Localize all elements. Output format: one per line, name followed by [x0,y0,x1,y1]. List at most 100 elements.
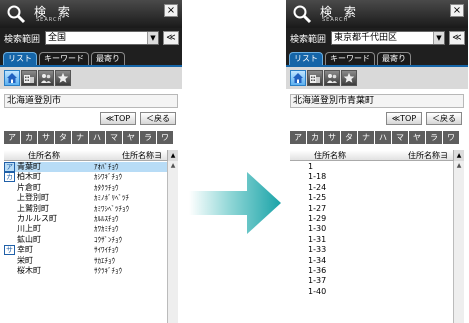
address-kana: ｱｵﾊﾞﾁｮｳ [94,163,119,171]
kana-button[interactable]: タ [341,131,357,144]
back-button[interactable]: ＜戻る [426,112,462,125]
list-item[interactable]: 鉱山町 ｺｳｻﾞﾝﾁｮｳ [4,235,167,245]
kana-button[interactable]: ラ [426,131,442,144]
list-item[interactable]: 桜木町 ｻｸﾗｷﾞﾁｮｳ [4,266,167,276]
star-icon[interactable] [55,70,71,86]
address-list: ア青葉町 ｱｵﾊﾞﾁｮｳ カ柏木町 ｶｼﾜｷﾞﾁｮｳ 片倉町 ｶﾀｸﾗﾁｮｳ 上登別町 ｶﾐﾉ… [4,162,167,276]
panel-header: 検 索 SEARCH × [0,0,182,28]
kana-button[interactable]: ワ [443,131,459,144]
kana-button[interactable]: ア [290,131,306,144]
address-name: 1-37 [308,276,327,286]
list-item[interactable]: 1-37 [290,276,453,286]
collapse-button[interactable]: ≪ [163,31,179,45]
kana-button[interactable]: ハ [375,131,391,144]
tab-1[interactable]: キーワード [39,52,89,65]
tab-1[interactable]: キーワード [325,52,375,65]
kana-button[interactable]: ナ [72,131,88,144]
kana-button[interactable]: ヤ [409,131,425,144]
sort-up-icon[interactable]: ▲ [167,150,178,161]
list-item[interactable]: 1-31 [290,235,453,245]
kana-button[interactable]: ラ [140,131,156,144]
list-item[interactable]: 上登別町 ｶﾐﾉﾎﾞﾘﾍﾞﾂﾁ [4,193,167,203]
list-item[interactable]: サ幸町 ｻｲﾜｲﾁｮｳ [4,245,167,256]
current-address: 北海道登別市青葉町 [290,94,464,108]
scroll-up-icon[interactable]: ▲ [454,161,464,171]
search-panel-before: 検 索 SEARCH × 検索範囲 全国 ▼ ≪ リスト キーワード 最寄り 北海道登別市 ≪TOP ＜… [0,0,182,323]
current-address: 北海道登別市 [4,94,178,108]
tab-0[interactable]: リスト [289,52,323,65]
column-kana[interactable]: 住所名称ヨ [122,150,162,161]
address-name: 柏木町 [17,172,41,182]
kana-button[interactable]: ハ [89,131,105,144]
list-item[interactable]: 片倉町 ｶﾀｸﾗﾁｮｳ [4,183,167,193]
address-kana: ｶﾐﾉﾎﾞﾘﾍﾞﾂﾁ [94,194,129,203]
kana-button[interactable]: カ [307,131,323,144]
kana-button[interactable]: ヤ [123,131,139,144]
kana-button[interactable]: マ [106,131,122,144]
top-button[interactable]: ≪TOP [386,112,422,125]
list-item[interactable]: 1-33 [290,245,453,255]
tab-bar: リスト キーワード 最寄り [289,52,413,65]
chevron-down-icon[interactable]: ▼ [147,32,158,44]
search-range-row: 検索範囲 東京都千代田区 ▼ ≪ [286,30,468,46]
list-item[interactable]: 栄町 ｻｶｴﾁｮｳ [4,256,167,266]
kana-button[interactable]: ア [4,131,20,144]
scroll-up-icon[interactable]: ▲ [168,161,178,171]
column-kana[interactable]: 住所名称ヨ [408,150,448,161]
kana-button[interactable]: ワ [157,131,173,144]
column-name[interactable]: 住所名称 [28,150,60,161]
list-item[interactable]: 1-40 [290,287,453,297]
icon-toolbar-buttons [4,70,72,86]
search-panel-after: 検 索 SEARCH × 検索範囲 東京都千代田区 ▼ ≪ リスト キーワード 最寄り 北海道登別市… [286,0,468,323]
sort-up-icon[interactable]: ▲ [453,150,464,161]
panel-subtitle: SEARCH [36,17,63,23]
panel-header: 検 索 SEARCH × [286,0,468,28]
list-item[interactable]: 上鷲別町 ｶﾐﾜｼﾍﾞﾂﾁｮｳ [4,204,167,214]
list-item[interactable]: 1-25 [290,193,453,203]
column-name[interactable]: 住所名称 [314,150,346,161]
tab-2[interactable]: 最寄り [377,52,411,65]
tab-0[interactable]: リスト [3,52,37,65]
list-item[interactable]: カルルス町 ｶﾙﾙｽﾁｮｳ [4,214,167,224]
list-item[interactable]: 1-24 [290,183,453,193]
list-scrollbar[interactable]: ▲ [167,161,178,323]
magnifier-icon [7,5,26,24]
close-button[interactable]: × [450,4,464,17]
list-item[interactable]: 1-34 [290,256,453,266]
house-icon[interactable] [290,70,306,86]
people-icon[interactable] [324,70,340,86]
kana-button[interactable]: マ [392,131,408,144]
house-icon[interactable] [4,70,20,86]
list-item[interactable]: 1-29 [290,214,453,224]
building-icon[interactable] [307,70,323,86]
list-item[interactable]: 1-27 [290,204,453,214]
search-range-select[interactable]: 全国 ▼ [45,31,159,45]
address-name: 鉱山町 [17,234,41,244]
close-button[interactable]: × [164,4,178,17]
tab-2[interactable]: 最寄り [91,52,125,65]
address-kana: ｶｼﾜｷﾞﾁｮｳ [94,173,122,182]
list-item[interactable]: 1 [290,162,453,172]
address-name: 1-40 [308,286,327,296]
list-item[interactable]: カ柏木町 ｶｼﾜｷﾞﾁｮｳ [4,172,167,183]
list-item[interactable]: 1-18 [290,172,453,182]
kana-button[interactable]: カ [21,131,37,144]
kana-button[interactable]: ナ [358,131,374,144]
search-range-select[interactable]: 東京都千代田区 ▼ [331,31,445,45]
list-item[interactable]: 1-30 [290,224,453,234]
list-item[interactable]: ア青葉町 ｱｵﾊﾞﾁｮｳ [4,162,167,173]
chevron-down-icon[interactable]: ▼ [433,32,444,44]
kana-button[interactable]: サ [324,131,340,144]
list-item[interactable]: 川上町 ｶﾜｶﾐﾁｮｳ [4,224,167,234]
list-item[interactable]: 1-36 [290,266,453,276]
building-icon[interactable] [21,70,37,86]
top-button[interactable]: ≪TOP [100,112,136,125]
kana-button[interactable]: サ [38,131,54,144]
list-scrollbar[interactable]: ▲ [453,161,464,323]
collapse-button[interactable]: ≪ [449,31,465,45]
people-icon[interactable] [38,70,54,86]
back-button[interactable]: ＜戻る [140,112,176,125]
kana-button[interactable]: タ [55,131,71,144]
star-icon[interactable] [341,70,357,86]
address-list: 1 1-18 1-24 1-25 1-27 1-29 1-30 1-31 1-33 1-34 1-3… [290,162,453,297]
